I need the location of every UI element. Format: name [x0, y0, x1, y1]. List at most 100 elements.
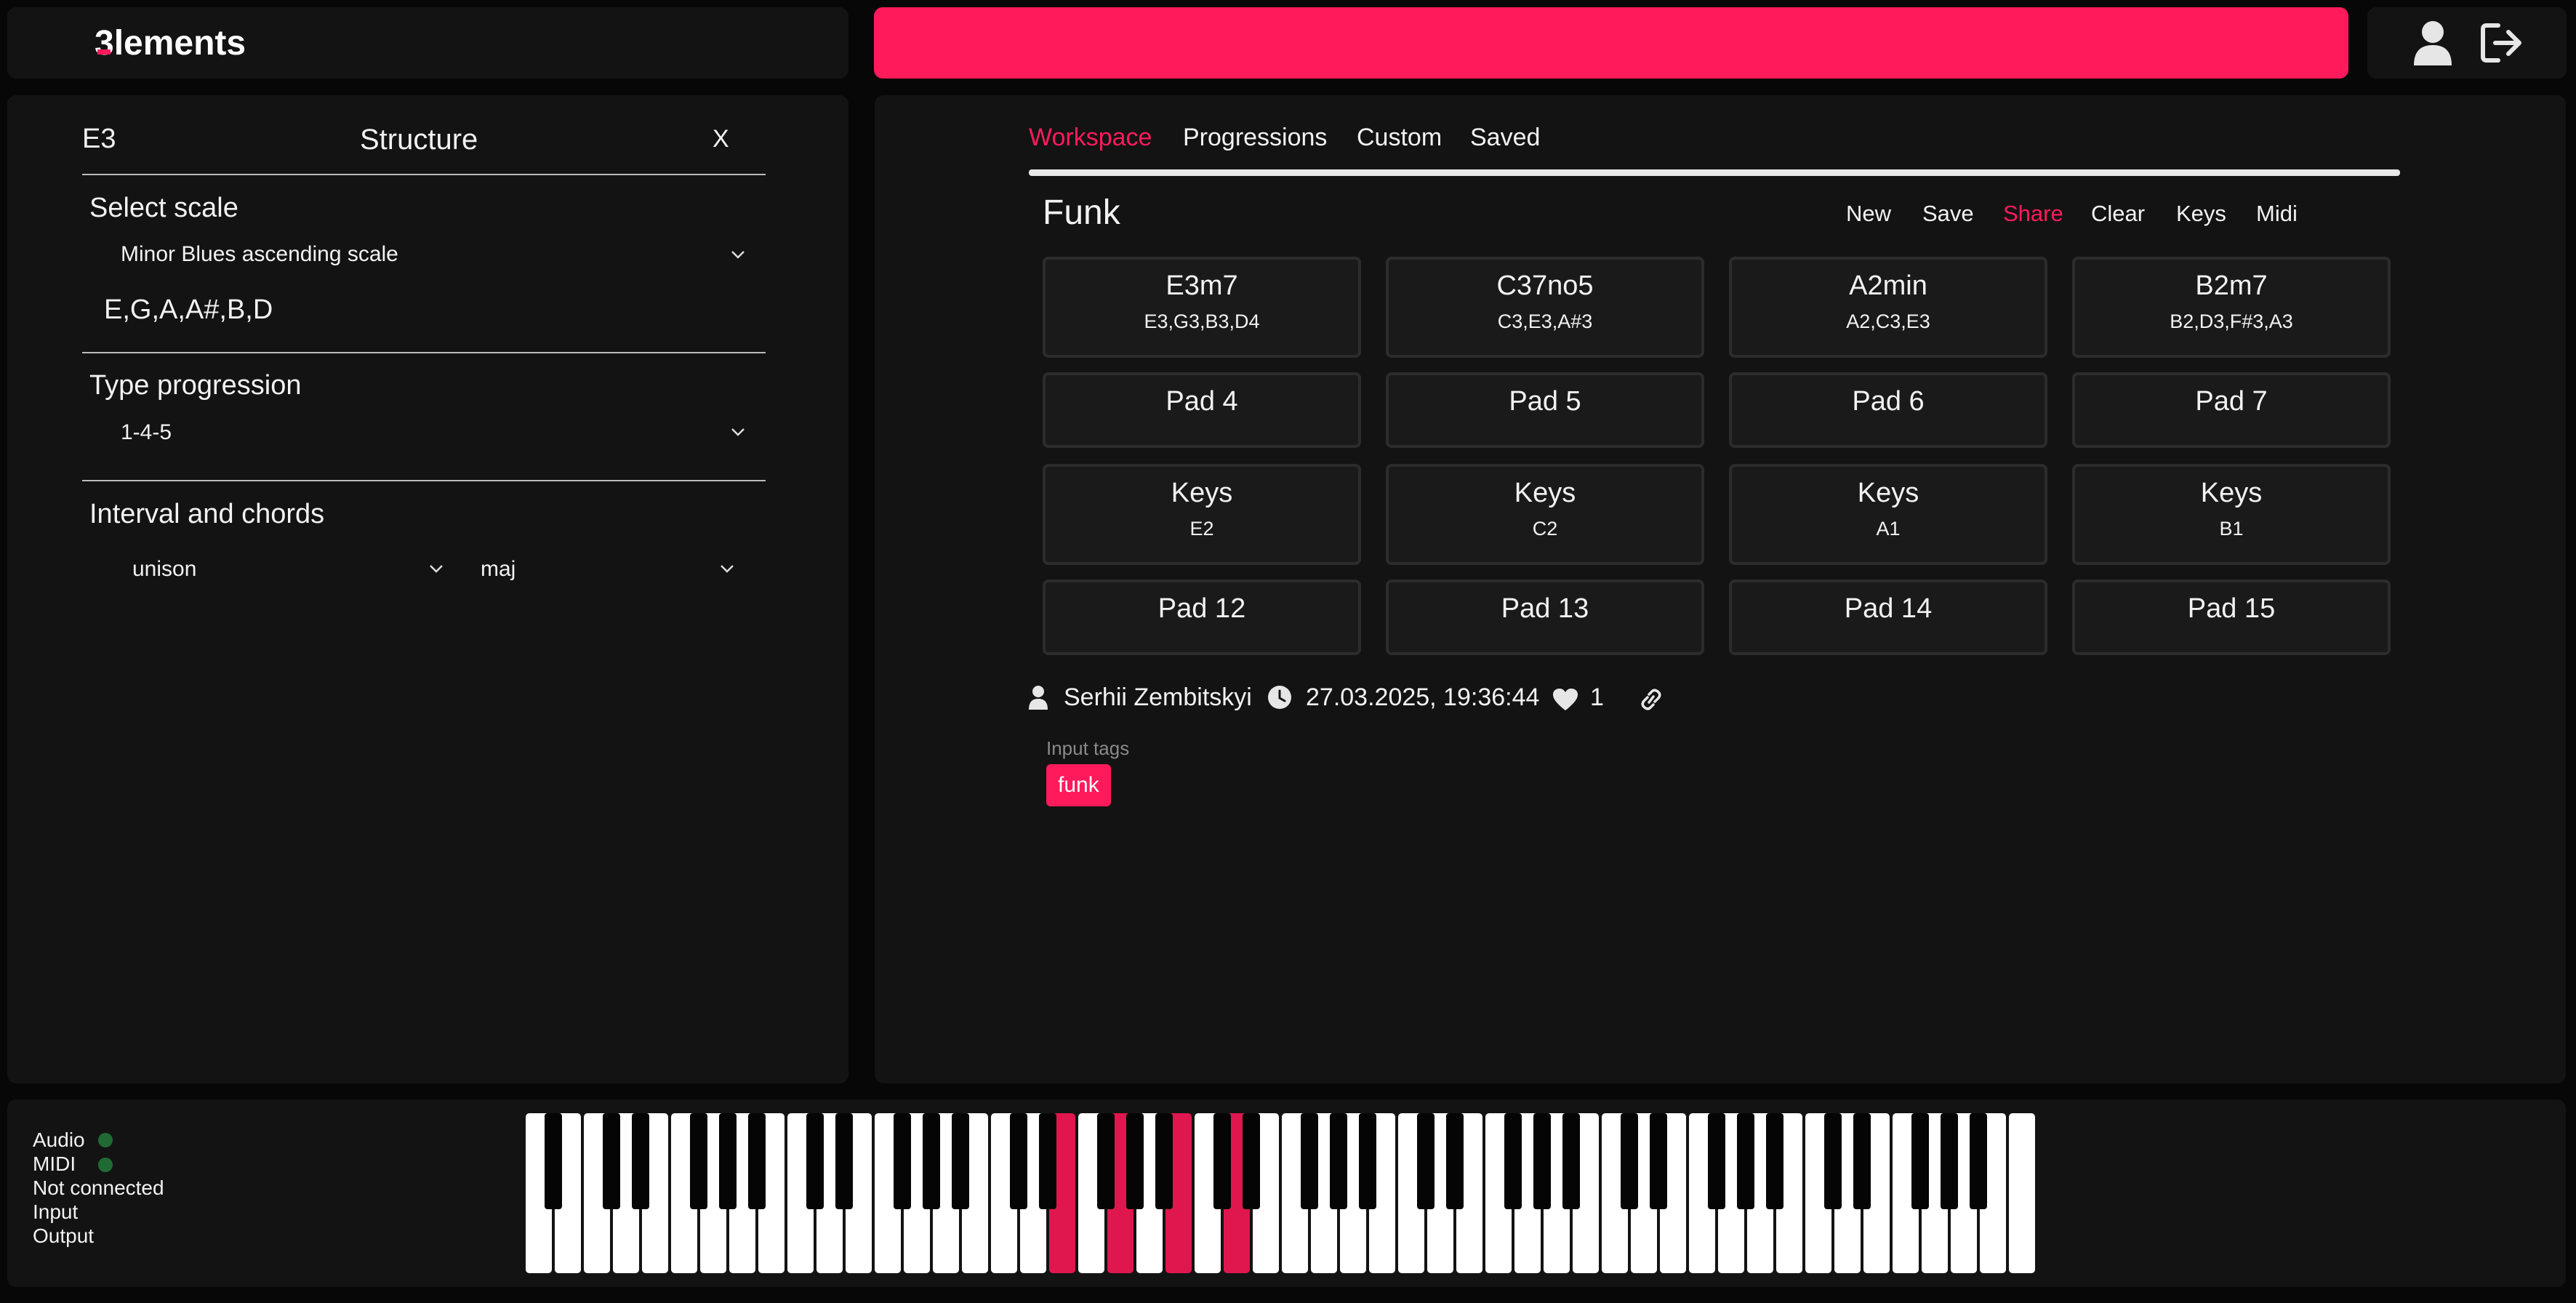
author-name[interactable]: Serhii Zembitskyi — [1064, 683, 1252, 712]
clear-button[interactable]: Clear — [2091, 201, 2145, 227]
black-key[interactable] — [1737, 1113, 1754, 1209]
pad-4[interactable]: Pad 4 — [1043, 372, 1361, 448]
black-key[interactable] — [1126, 1113, 1144, 1209]
user-icon[interactable] — [2412, 20, 2453, 65]
pad-6[interactable]: Pad 6 — [1729, 372, 2047, 448]
scale-select[interactable]: Minor Blues ascending scale — [121, 242, 398, 267]
black-key[interactable] — [1301, 1113, 1318, 1209]
divider — [82, 174, 766, 175]
pad-15[interactable]: Pad 15 — [2072, 580, 2391, 655]
black-key[interactable] — [1010, 1113, 1027, 1209]
chevron-down-icon[interactable] — [731, 250, 745, 259]
pad-3[interactable]: B2m7 B2,D3,F#3,A3 — [2072, 257, 2391, 358]
black-key[interactable] — [748, 1113, 766, 1209]
pad-10[interactable]: Keys A1 — [1729, 464, 2047, 565]
black-key[interactable] — [1650, 1113, 1667, 1209]
output-select[interactable]: Output — [33, 1224, 94, 1248]
new-button[interactable]: New — [1846, 201, 1891, 227]
black-key[interactable] — [952, 1113, 969, 1209]
tab-custom[interactable]: Custom — [1357, 124, 1442, 152]
pad-12[interactable]: Pad 12 — [1043, 580, 1361, 655]
black-key[interactable] — [1824, 1113, 1842, 1209]
midi-status-label: MIDI — [33, 1152, 76, 1175]
progression-select[interactable]: 1-4-5 — [121, 420, 172, 445]
pad-name: B2m7 — [2195, 270, 2268, 301]
black-key[interactable] — [894, 1113, 911, 1209]
black-key[interactable] — [1941, 1113, 1958, 1209]
chevron-down-icon[interactable] — [720, 564, 734, 573]
black-key[interactable] — [1097, 1113, 1115, 1209]
piano-keyboard[interactable] — [524, 1113, 2037, 1273]
pad-name: Keys — [1514, 478, 1576, 508]
pad-name: A2min — [1849, 270, 1927, 301]
keys-button[interactable]: Keys — [2176, 201, 2226, 227]
pad-notes: B2,D3,F#3,A3 — [2170, 310, 2293, 332]
black-key[interactable] — [1330, 1113, 1347, 1209]
tab-progressions[interactable]: Progressions — [1183, 124, 1327, 152]
black-key[interactable] — [545, 1113, 562, 1209]
black-key[interactable] — [806, 1113, 824, 1209]
black-key[interactable] — [1359, 1113, 1376, 1209]
pad-notes: E3,G3,B3,D4 — [1144, 310, 1260, 332]
midi-status-indicator — [98, 1158, 113, 1172]
black-key[interactable] — [632, 1113, 649, 1209]
root-note[interactable]: E3 — [82, 124, 116, 155]
pad-name: Keys — [2200, 478, 2263, 508]
pad-name: Pad 5 — [1509, 386, 1581, 417]
pad-7[interactable]: Pad 7 — [2072, 372, 2391, 448]
black-key[interactable] — [1766, 1113, 1783, 1209]
black-key[interactable] — [1562, 1113, 1580, 1209]
black-key[interactable] — [1446, 1113, 1464, 1209]
pad-9[interactable]: Keys C2 — [1386, 464, 1704, 565]
chevron-down-icon[interactable] — [429, 564, 444, 573]
heart-icon[interactable] — [1552, 688, 1578, 711]
tab-saved[interactable]: Saved — [1470, 124, 1540, 152]
close-button[interactable]: X — [713, 125, 729, 153]
clock-icon — [1268, 686, 1291, 709]
pad-11[interactable]: Keys B1 — [2072, 464, 2391, 565]
black-key[interactable] — [1853, 1113, 1871, 1209]
black-key[interactable] — [1621, 1113, 1638, 1209]
save-button[interactable]: Save — [1922, 201, 1974, 227]
share-button[interactable]: Share — [2003, 201, 2063, 227]
pad-13[interactable]: Pad 13 — [1386, 580, 1704, 655]
midi-button[interactable]: Midi — [2256, 201, 2298, 227]
black-key[interactable] — [1970, 1113, 1987, 1209]
input-select[interactable]: Input — [33, 1200, 78, 1224]
pad-2[interactable]: A2min A2,C3,E3 — [1729, 257, 2047, 358]
tags-input-label[interactable]: Input tags — [1046, 737, 1129, 760]
black-key[interactable] — [923, 1113, 940, 1209]
pad-14[interactable]: Pad 14 — [1729, 580, 2047, 655]
pad-5[interactable]: Pad 5 — [1386, 372, 1704, 448]
white-key[interactable] — [2009, 1113, 2035, 1273]
black-key[interactable] — [719, 1113, 737, 1209]
black-key[interactable] — [1911, 1113, 1929, 1209]
black-key[interactable] — [603, 1113, 620, 1209]
pad-name: Pad 13 — [1501, 593, 1589, 624]
app-logo[interactable]: 3lements — [95, 23, 246, 63]
timestamp: 27.03.2025, 19:36:44 — [1306, 683, 1540, 711]
interval-select[interactable]: unison — [132, 557, 196, 582]
chord-select[interactable]: maj — [481, 557, 515, 582]
black-key[interactable] — [1213, 1113, 1231, 1209]
black-key[interactable] — [1533, 1113, 1551, 1209]
pad-1[interactable]: C37no5 C3,E3,A#3 — [1386, 257, 1704, 358]
black-key[interactable] — [1417, 1113, 1435, 1209]
pad-8[interactable]: Keys E2 — [1043, 464, 1361, 565]
black-key[interactable] — [1155, 1113, 1173, 1209]
black-key[interactable] — [1504, 1113, 1522, 1209]
logout-icon[interactable] — [2479, 22, 2526, 64]
link-icon[interactable] — [1638, 688, 1664, 711]
pad-notes: E2 — [1189, 518, 1214, 540]
header-banner — [874, 7, 2348, 79]
black-key[interactable] — [1243, 1113, 1260, 1209]
pad-0[interactable]: E3m7 E3,G3,B3,D4 — [1043, 257, 1361, 358]
tab-workspace[interactable]: Workspace — [1029, 124, 1152, 152]
tag-chip[interactable]: funk — [1046, 764, 1111, 806]
logo-mark: 3 — [95, 24, 114, 63]
black-key[interactable] — [1708, 1113, 1725, 1209]
black-key[interactable] — [1039, 1113, 1056, 1209]
black-key[interactable] — [835, 1113, 853, 1209]
chevron-down-icon[interactable] — [731, 428, 745, 436]
black-key[interactable] — [690, 1113, 707, 1209]
